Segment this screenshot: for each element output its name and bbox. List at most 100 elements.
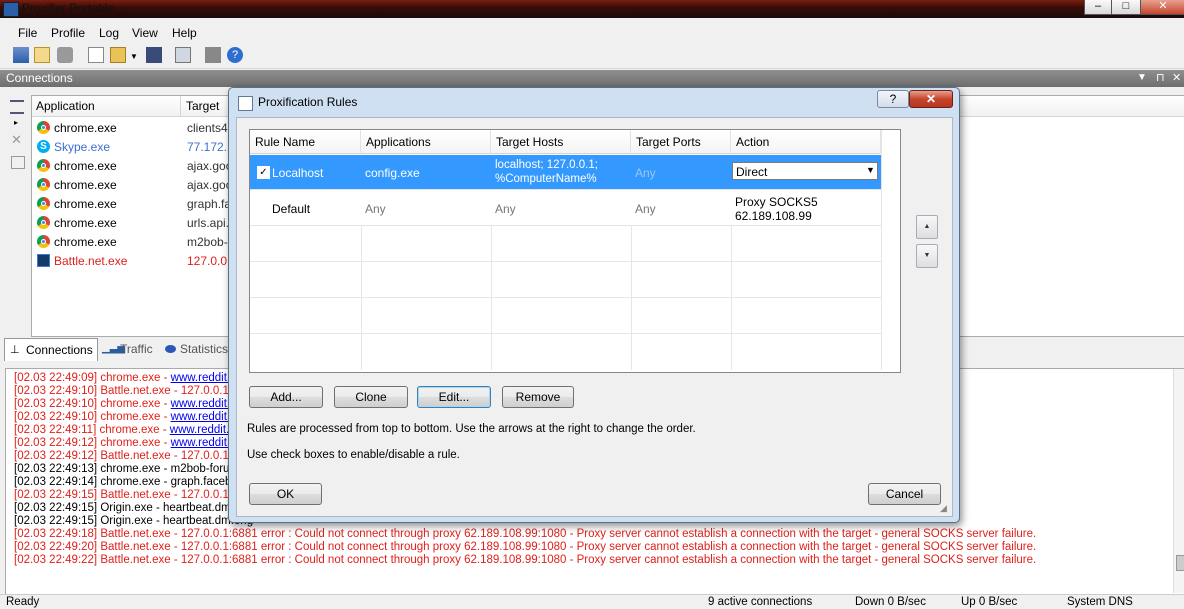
column-target-ports[interactable]: Target Ports [631,130,731,154]
connections-view-icon[interactable] [13,47,29,63]
log-text: chrome.exe - [97,437,171,449]
log-line: [02.03 22:49:10] chrome.exe - www.reddit… [14,398,252,411]
properties-icon[interactable] [11,156,25,169]
log-time: [02.03 22:49:18] [14,528,98,540]
log-time: [02.03 22:49:10] [14,385,98,397]
save-icon[interactable] [146,47,162,63]
menu-profile[interactable]: Profile [51,26,85,40]
menu-help[interactable]: Help [172,26,197,40]
print-icon[interactable] [205,47,221,63]
chrome-icon [37,121,50,134]
menu-log[interactable]: Log [99,26,119,40]
move-down-button[interactable]: ▼ [916,244,938,268]
connection-app: chrome.exe [54,235,117,249]
grid-line [250,333,881,334]
log-scrollbar[interactable] [1173,369,1184,593]
ok-button[interactable]: OK [249,483,322,505]
rule-row-localhost[interactable]: ✓ Localhost config.exe localhost; 127.0.… [250,155,881,190]
scroll-thumb[interactable] [1176,555,1184,571]
skype-icon: S [37,140,50,153]
log-time: [02.03 22:49:14] [14,476,98,488]
log-line: [02.03 22:49:15] Origin.exe - heartbeat.… [14,515,253,528]
log-line: [02.03 22:49:22] Battle.net.exe - 127.0.… [14,554,1036,567]
panel-menu-button[interactable]: ▼ [1137,72,1147,83]
log-text: chrome.exe - [97,411,171,423]
edit-button[interactable]: Edit... [417,386,491,408]
log-time: [02.03 22:49:22] [14,554,98,566]
rules-dialog-icon [238,96,253,111]
battlenet-icon [37,254,50,267]
status-bar: Ready 9 active connections Down 0 B/sec … [0,594,1184,609]
connection-target: m2bob- [187,235,228,249]
rule-row-default[interactable]: Default Any Any Any Proxy SOCKS5 62.189.… [250,190,881,226]
column-action[interactable]: Action [731,130,881,154]
connections-title: Connections [6,71,73,85]
log-line: [02.03 22:49:15] Battle.net.exe - 127.0.… [14,489,251,502]
proxification-rules-dialog: Proxification Rules ? ✕ Rule Name Applic… [228,87,960,523]
status-ready: Ready [6,596,40,608]
tab-statistics[interactable]: Statistics [162,338,228,360]
log-time: [02.03 22:49:11] [14,424,97,436]
close-connection-icon[interactable]: ✕ [11,132,22,148]
log-time: [02.03 22:49:13] [14,463,98,475]
log-text: Battle.net.exe - 127.0.0.1:6881 error : … [97,554,1037,566]
rules-hint-order: Rules are processed from top to bottom. … [247,423,696,435]
menu-bar: File Profile Log View Help [0,23,1184,43]
expand-arrow-icon[interactable]: ▸ [14,118,18,127]
log-time: [02.03 22:49:12] [14,437,98,449]
window-title: Proxifier Portable [22,1,115,15]
tab-traffic-label: Traffic [120,342,153,356]
remove-button[interactable]: Remove [502,386,574,408]
log-line: [02.03 22:49:11] chrome.exe - www.reddit… [14,424,251,437]
rule-name: Localhost [272,166,324,180]
column-rule-name[interactable]: Rule Name [250,130,361,154]
log-line: [02.03 22:49:20] Battle.net.exe - 127.0.… [14,541,1036,554]
panel-close-button[interactable]: ✕ [1172,71,1181,84]
grid-line [731,225,732,370]
maximize-button[interactable]: □ [1111,0,1141,15]
close-button[interactable]: ✕ [1140,0,1184,15]
tab-traffic[interactable]: ▁▃▅ Traffic [100,338,156,360]
tab-connections[interactable]: ⊥ Connections [4,338,98,361]
column-target[interactable]: Target [186,99,219,113]
rule-enabled-checkbox[interactable]: ✓ [257,166,270,179]
help-icon[interactable]: ? [227,47,243,63]
move-up-button[interactable]: ▲ [916,215,938,239]
open-profile-icon[interactable] [110,47,126,63]
bottom-tabs: ⊥ Connections ▁▃▅ Traffic Statistics [0,338,230,362]
rule-hosts: Any [495,202,516,216]
rules-icon[interactable] [34,47,50,63]
dialog-help-button[interactable]: ? [877,90,909,108]
column-application[interactable]: Application [36,99,95,113]
dialog-close-button[interactable]: ✕ [909,90,953,108]
tab-statistics-label: Statistics [180,342,229,356]
dropdown-arrow-icon[interactable]: ▼ [130,52,138,61]
connection-app: chrome.exe [54,178,117,192]
column-target-hosts[interactable]: Target Hosts [491,130,631,154]
add-button[interactable]: Add... [249,386,323,408]
clipboard-icon[interactable] [175,47,191,63]
new-profile-icon[interactable] [88,47,104,63]
menu-view[interactable]: View [132,26,158,40]
log-text: chrome.exe - [97,372,171,384]
connection-target: graph.fa [187,197,232,211]
action-select[interactable]: Direct ▼ [732,162,878,180]
clone-button[interactable]: Clone [334,386,408,408]
menu-file[interactable]: File [18,26,37,40]
log-line: [02.03 22:49:13] chrome.exe - m2bob-foru… [14,463,249,476]
cancel-button[interactable]: Cancel [868,483,941,505]
list-view-icon[interactable] [10,100,24,114]
resize-grip-icon[interactable]: ◢ [940,503,947,514]
proxy-servers-icon[interactable] [57,47,73,63]
panel-pin-button[interactable]: ⊓ [1156,71,1165,84]
minimize-button[interactable]: – [1084,0,1112,15]
log-line: [02.03 22:49:18] Battle.net.exe - 127.0.… [14,528,1036,541]
column-applications[interactable]: Applications [361,130,491,154]
log-text: chrome.exe - [96,424,170,436]
toolbar: ▼ ? [0,44,1184,69]
connection-target: urls.api. [187,216,230,230]
rule-ports: Any [635,202,656,216]
log-line: [02.03 22:49:09] chrome.exe - www.reddit… [14,372,252,385]
grid-line [631,225,632,370]
connection-app: Skype.exe [54,140,111,154]
